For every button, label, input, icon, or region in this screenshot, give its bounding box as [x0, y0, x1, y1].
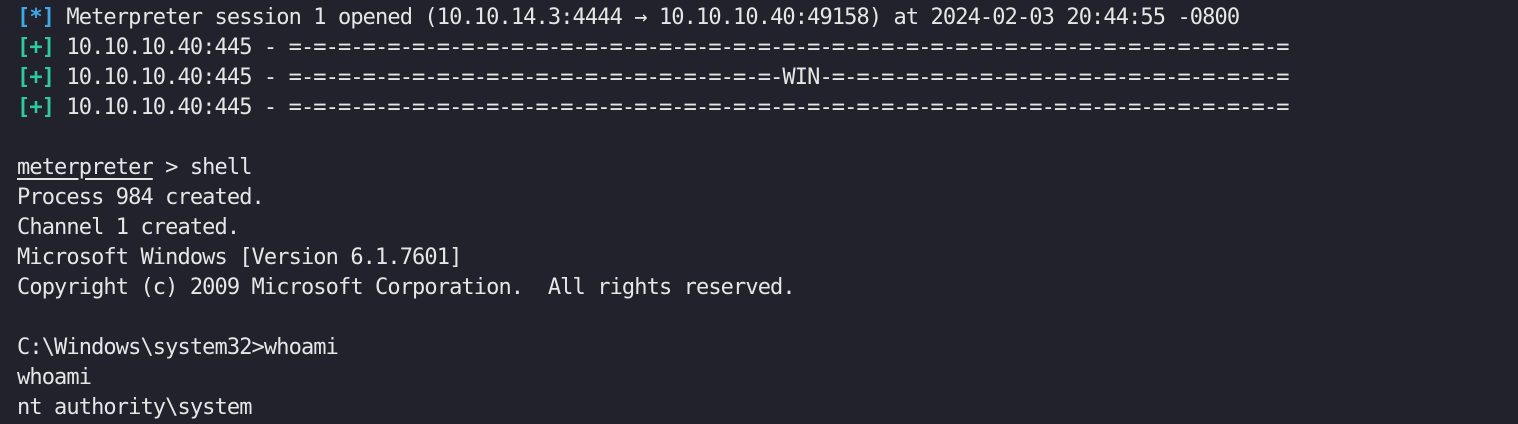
success-tag: [+]: [17, 65, 55, 90]
cmd-prompt-line: C:\Windows\system32>whoami: [17, 335, 339, 360]
banner-line: [+] 10.10.10.40:445 - =-=-=-=-=-=-=-=-=-…: [17, 93, 1289, 123]
cmd-result-line: nt authority\system: [17, 395, 252, 420]
session-opened-text: Meterpreter session 1 opened (10.10.14.3…: [54, 5, 1240, 30]
meterpreter-prompt: meterpreter: [17, 155, 154, 180]
cmd-echo-line: whoami: [17, 365, 92, 390]
meterpreter-command-line: meterpreter > shell: [17, 153, 1289, 183]
banner-line: [+] 10.10.10.40:445 - =-=-=-=-=-=-=-=-=-…: [17, 63, 1289, 93]
session-opened-line: [*] Meterpreter session 1 opened (10.10.…: [17, 3, 1289, 33]
success-tag: [+]: [17, 35, 55, 60]
banner-text: 10.10.10.40:445 - =-=-=-=-=-=-=-=-=-=-=-…: [54, 35, 1289, 60]
shell-output-line: Channel 1 created.: [17, 215, 240, 240]
banner-line: [+] 10.10.10.40:445 - =-=-=-=-=-=-=-=-=-…: [17, 33, 1289, 63]
banner-text: 10.10.10.40:445 - =-=-=-=-=-=-=-=-=-=-=-…: [54, 95, 1289, 120]
shell-output-line: Microsoft Windows [Version 6.1.7601]: [17, 245, 462, 270]
terminal-window[interactable]: [*] Meterpreter session 1 opened (10.10.…: [0, 0, 1518, 424]
meterpreter-command: > shell: [152, 155, 252, 180]
terminal-output: [*] Meterpreter session 1 opened (10.10.…: [17, 3, 1289, 423]
success-tag: [+]: [17, 95, 55, 120]
info-tag: [*]: [17, 5, 55, 30]
shell-output-line: Copyright (c) 2009 Microsoft Corporation…: [17, 275, 796, 300]
banner-text: 10.10.10.40:445 - =-=-=-=-=-=-=-=-=-=-=-…: [54, 65, 1289, 90]
shell-output-line: Process 984 created.: [17, 185, 265, 210]
